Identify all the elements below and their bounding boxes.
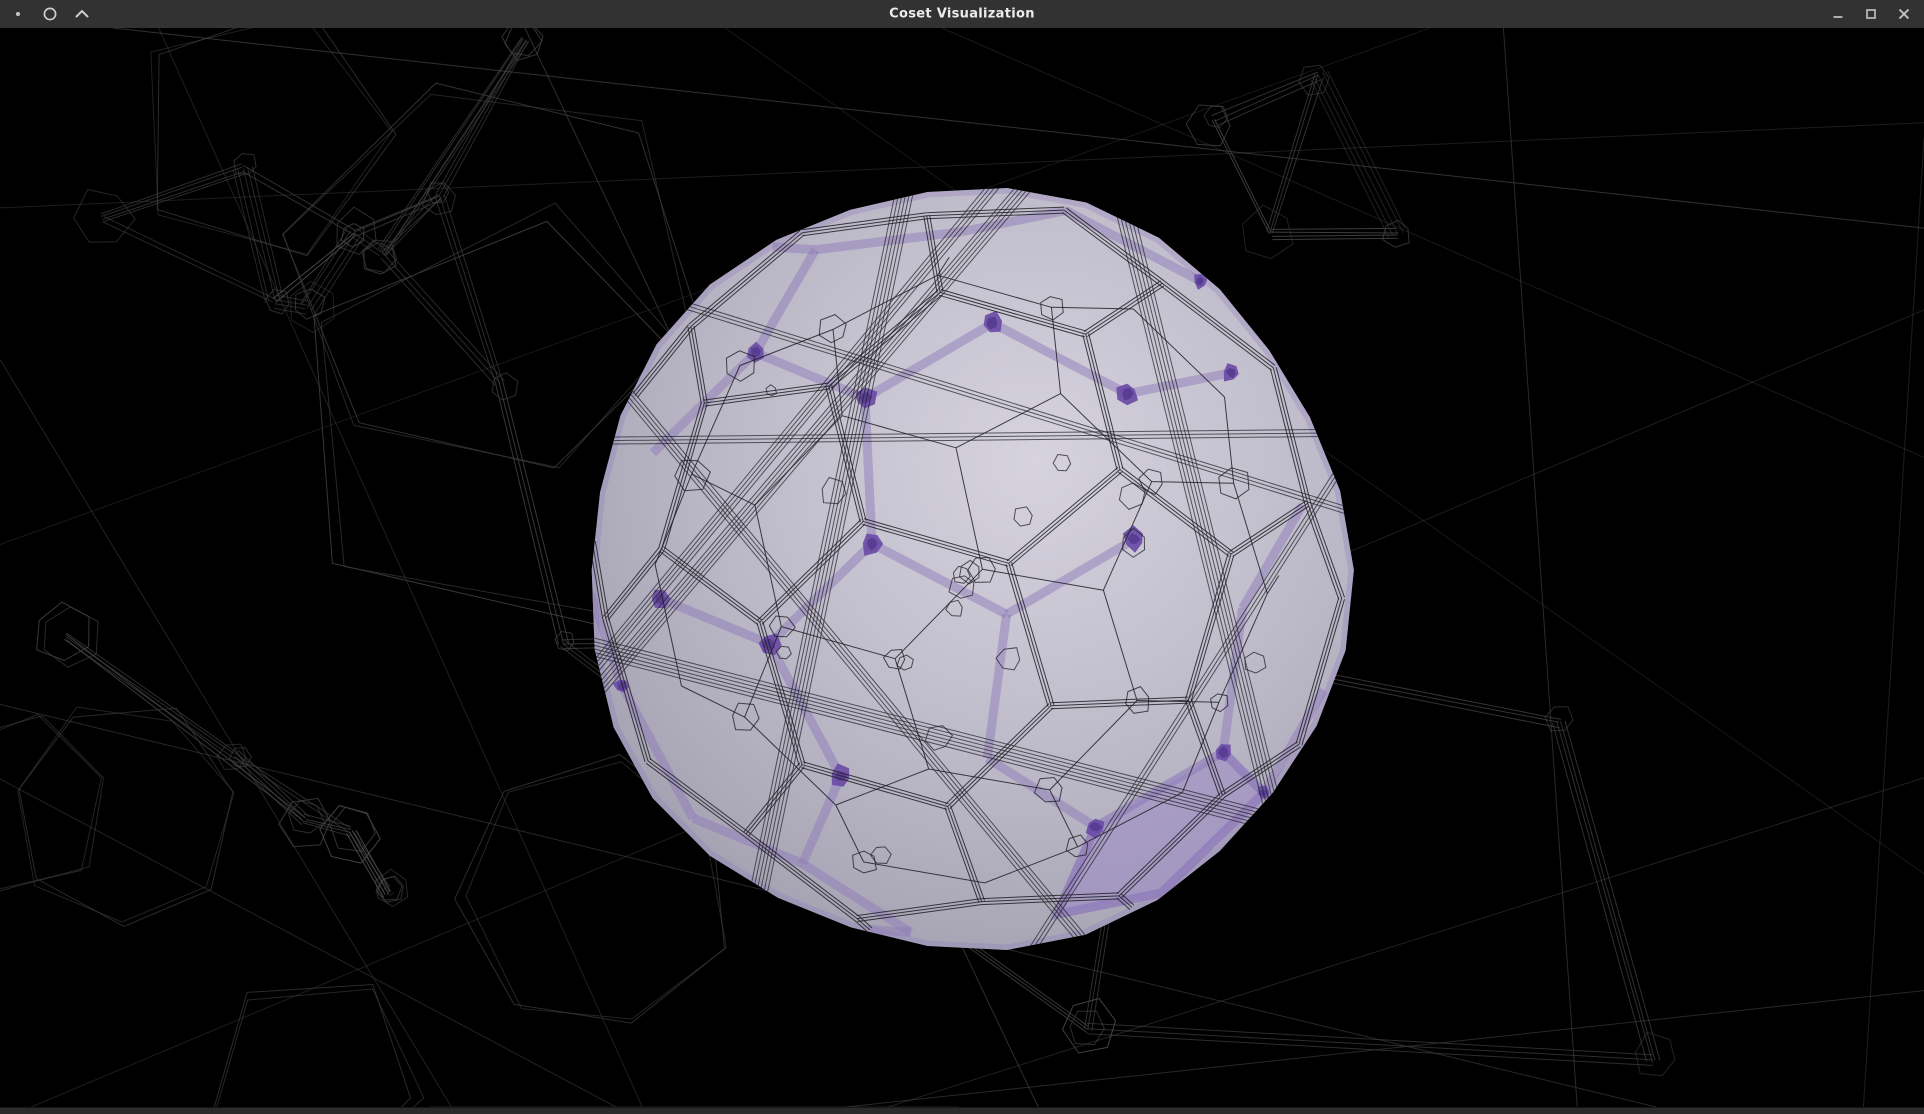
titlebar[interactable]: Coset Visualization xyxy=(0,0,1924,28)
window-controls xyxy=(1817,0,1916,28)
coset-3d-canvas[interactable] xyxy=(0,28,1924,1107)
titlebar-left-controls xyxy=(7,0,103,28)
circle-button[interactable] xyxy=(39,0,61,28)
close-icon xyxy=(1896,6,1912,22)
viewport xyxy=(0,28,1924,1107)
maximize-icon xyxy=(1863,6,1879,22)
chevron-up-icon xyxy=(74,6,90,22)
minimize-icon xyxy=(1830,6,1846,22)
dot-button[interactable] xyxy=(7,0,29,28)
maximize-button[interactable] xyxy=(1859,0,1883,28)
chevron-up-button[interactable] xyxy=(71,0,93,28)
circle-icon xyxy=(42,6,58,22)
dot-icon xyxy=(13,9,23,19)
close-button[interactable] xyxy=(1892,0,1916,28)
bottom-edge-bar xyxy=(0,1107,1924,1114)
window-title: Coset Visualization xyxy=(889,7,1035,22)
minimize-button[interactable] xyxy=(1826,0,1850,28)
